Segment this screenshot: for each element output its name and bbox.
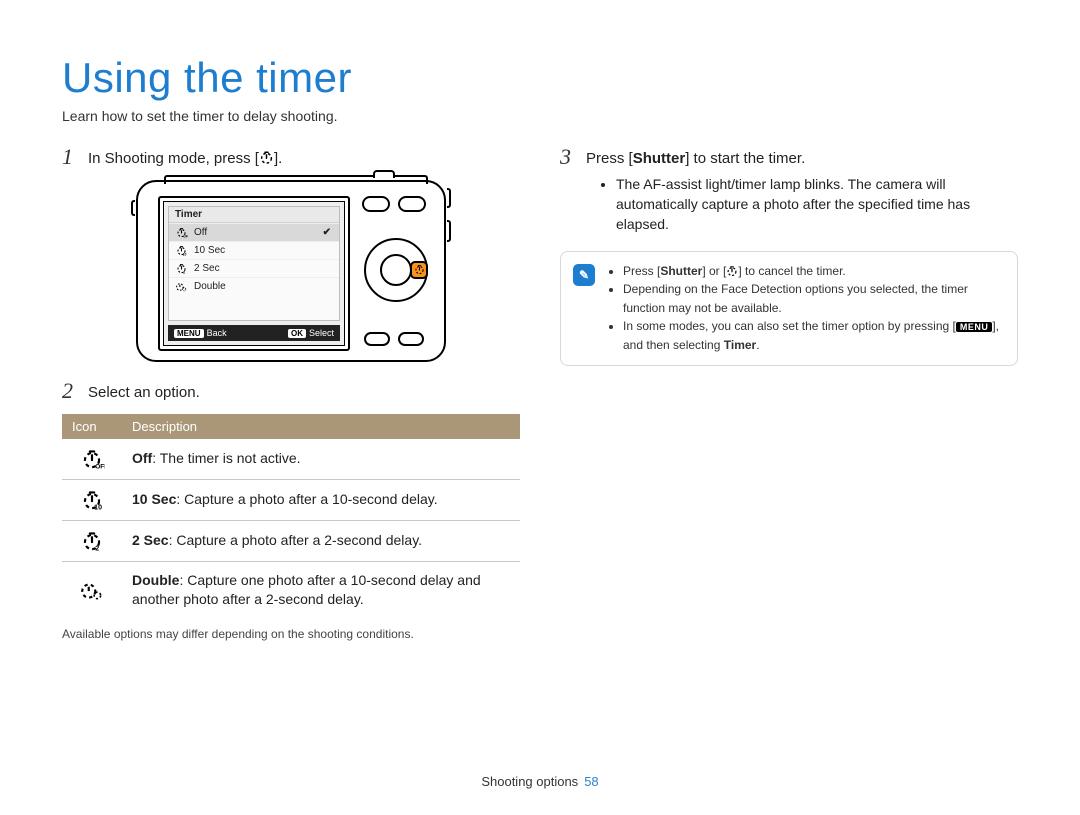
col-description: Description <box>122 414 520 439</box>
note-item: Depending on the Face Detection options … <box>623 280 1005 317</box>
step-1: 1 In Shooting mode, press []. <box>62 146 520 170</box>
step-3: 3 Press [Shutter] to start the timer. Th… <box>560 146 1018 235</box>
menu-key-icon: MENU <box>956 322 993 332</box>
right-column: 3 Press [Shutter] to start the timer. Th… <box>560 146 1018 641</box>
camera-screen: Timer Off✔ 10 Sec 2 Sec Double MENUBack … <box>158 196 350 351</box>
note-box: ✎ Press [Shutter] or [] to cancel the ti… <box>560 251 1018 366</box>
step-number: 3 <box>560 146 576 168</box>
col-icon: Icon <box>62 414 122 439</box>
step-number: 1 <box>62 146 78 168</box>
menu-title: Timer <box>169 207 339 223</box>
note-item: Press [Shutter] or [] to cancel the time… <box>623 262 1005 281</box>
table-row: Off: The timer is not active. <box>62 439 520 480</box>
menu-item-double: Double <box>169 277 339 295</box>
page-title: Using the timer <box>62 54 1018 102</box>
camera-illustration: Timer Off✔ 10 Sec 2 Sec Double MENUBack … <box>62 180 520 362</box>
menu-footer-bar: MENUBack OKSelect <box>168 325 340 341</box>
step-3-bullet: The AF-assist light/timer lamp blinks. T… <box>616 174 1018 235</box>
timer-icon <box>259 150 274 165</box>
table-row: 10 Sec: Capture a photo after a 10-secon… <box>62 479 520 520</box>
note-icon: ✎ <box>573 264 595 286</box>
page-footer: Shooting options 58 <box>0 774 1080 789</box>
step-number: 2 <box>62 380 78 402</box>
timer-icon <box>726 265 738 277</box>
footer-section: Shooting options <box>481 774 578 789</box>
menu-item-2sec: 2 Sec <box>169 259 339 277</box>
check-icon: ✔ <box>323 227 331 238</box>
page-subtitle: Learn how to set the timer to delay shoo… <box>62 108 1018 124</box>
footer-page-number: 58 <box>584 774 598 789</box>
timer-off-icon <box>62 439 122 480</box>
timer-button-highlight <box>410 261 428 279</box>
table-row: 2 Sec: Capture a photo after a 2-second … <box>62 520 520 561</box>
manual-page: Using the timer Learn how to set the tim… <box>0 0 1080 815</box>
note-item: In some modes, you can also set the time… <box>623 317 1005 354</box>
step-3-text: Press [Shutter] to start the timer. The … <box>586 146 1018 235</box>
step-2: 2 Select an option. <box>62 380 520 404</box>
left-column: 1 In Shooting mode, press []. <box>62 146 520 641</box>
footnote: Available options may differ depending o… <box>62 627 520 641</box>
options-table: Icon Description Off: The timer is not a… <box>62 414 520 619</box>
table-row: Double: Capture one photo after a 10-sec… <box>62 561 520 619</box>
timer-2-icon <box>62 520 122 561</box>
step-1-text: In Shooting mode, press []. <box>88 146 282 170</box>
step-2-text: Select an option. <box>88 380 200 404</box>
timer-10-icon <box>62 479 122 520</box>
timer-double-icon <box>62 561 122 619</box>
menu-item-10sec: 10 Sec <box>169 241 339 259</box>
menu-item-off: Off✔ <box>169 223 339 241</box>
